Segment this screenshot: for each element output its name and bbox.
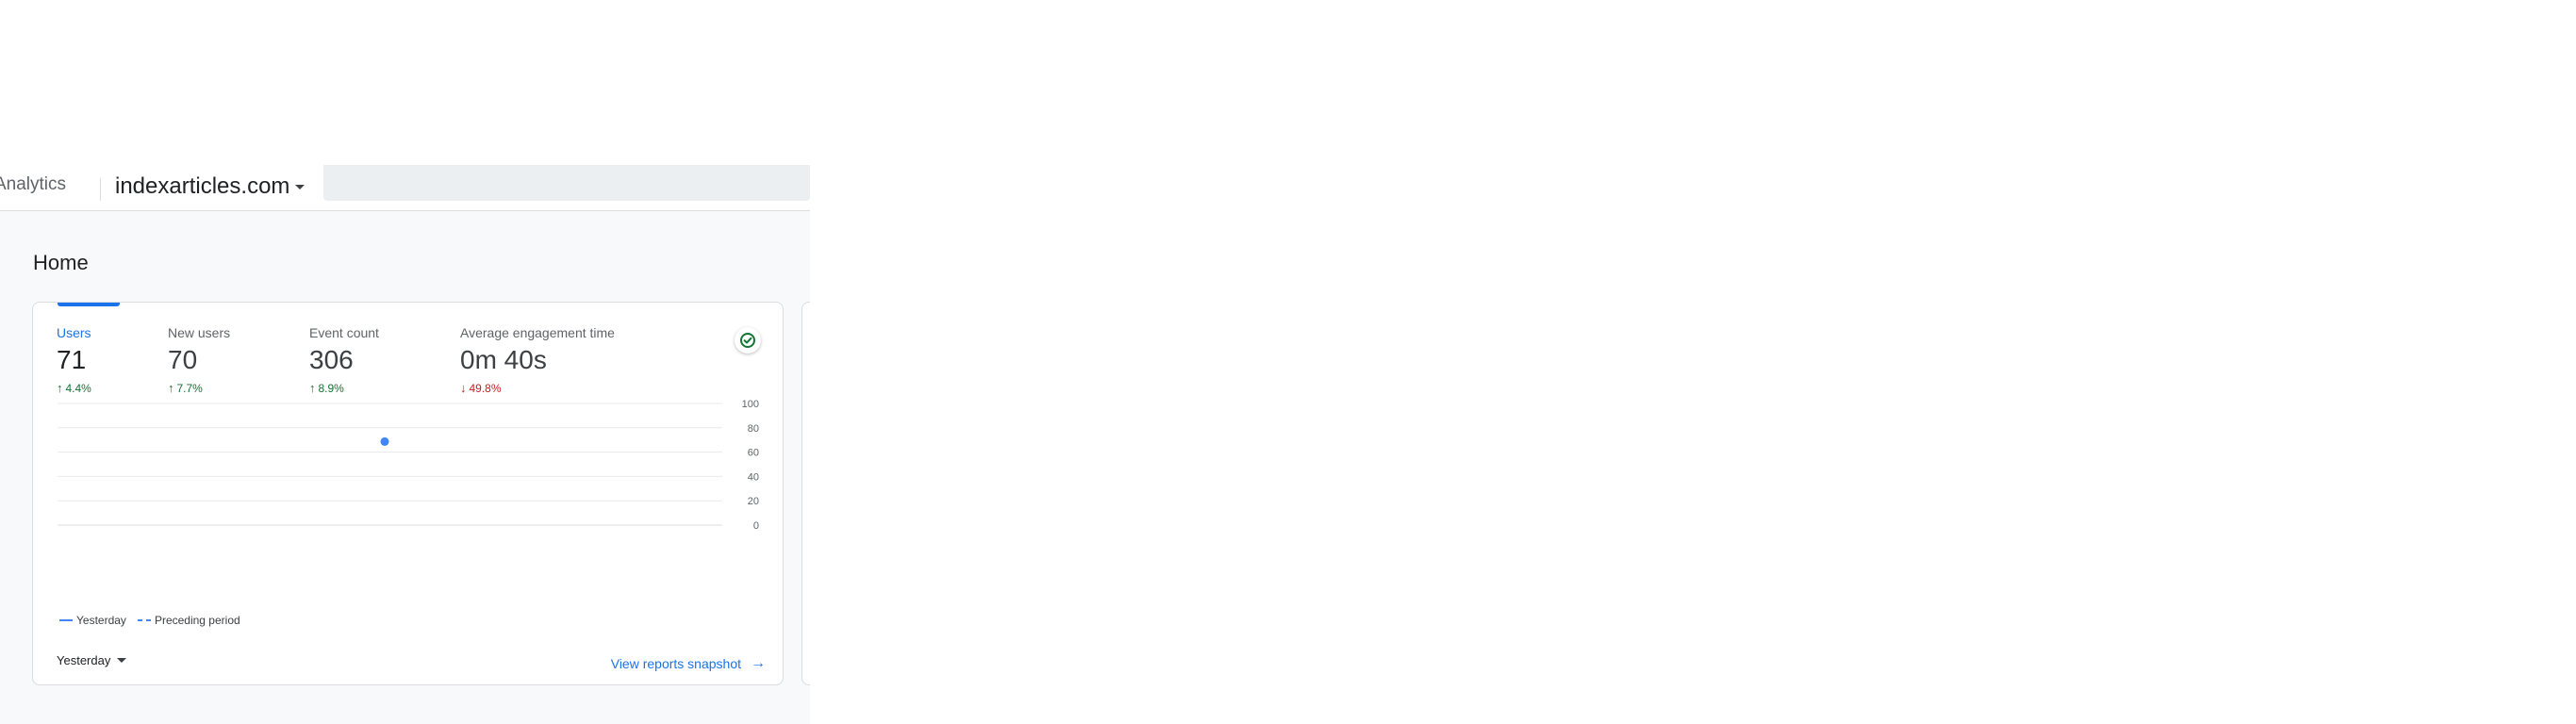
- metric-change-value: 49.8%: [469, 381, 502, 395]
- next-card: [801, 302, 810, 685]
- legend-item-current: Yesterday: [59, 614, 126, 627]
- metric-change: ↑ 4.4%: [57, 381, 91, 395]
- metric-value: 0m 40s: [460, 345, 547, 374]
- legend-label: Preceding period: [154, 614, 240, 627]
- arrow-up-icon: ↑: [57, 381, 63, 395]
- y-tick-label: 0: [753, 520, 759, 531]
- solid-line-swatch: [59, 619, 73, 621]
- overview-card: Users 71 ↑ 4.4% New users 70 ↑ 7.7% Even…: [32, 302, 784, 685]
- metric-label: New users: [168, 325, 231, 340]
- dashed-line-swatch: [137, 619, 151, 621]
- property-name: indexarticles.com: [115, 173, 290, 199]
- legend-label: Yesterday: [76, 614, 126, 627]
- metric-change: ↑ 8.9%: [309, 381, 379, 395]
- top-bar: Analytics indexarticles.com: [0, 165, 810, 211]
- view-link-label: View reports snapshot: [610, 656, 741, 671]
- y-tick-label: 80: [748, 423, 759, 435]
- topbar-divider: [100, 178, 101, 201]
- property-picker[interactable]: indexarticles.com: [115, 173, 305, 201]
- check-circle-icon[interactable]: [735, 327, 761, 354]
- y-tick-label: 100: [742, 399, 759, 410]
- search-input[interactable]: [323, 165, 810, 201]
- arrow-right-icon: →: [751, 655, 766, 671]
- metric-label: Users: [57, 325, 91, 340]
- x-tick-label: 20: [387, 530, 398, 531]
- analytics-app: Analytics indexarticles.com Home Users 7…: [0, 0, 810, 724]
- arrow-down-icon: ↓: [460, 381, 467, 395]
- metric-value: 306: [309, 345, 354, 374]
- page-title: Home: [33, 251, 89, 274]
- date-range-label: Yesterday: [57, 653, 111, 667]
- metric-tab-users[interactable]: Users 71 ↑ 4.4%: [57, 325, 91, 395]
- metric-change-value: 4.4%: [65, 381, 91, 395]
- metric-change: ↓ 49.8%: [460, 381, 615, 395]
- metric-change-value: 7.7%: [176, 381, 203, 395]
- chevron-down-icon: [295, 184, 305, 189]
- arrow-up-icon: ↑: [168, 381, 174, 395]
- users-line-chart: 100806040200 20Jul: [58, 399, 759, 531]
- metric-label: Event count: [309, 325, 379, 340]
- chevron-down-icon: [117, 658, 127, 663]
- product-name: Analytics: [0, 174, 67, 194]
- metric-tab-avg-engagement[interactable]: Average engagement time 0m 40s ↓ 49.8%: [460, 325, 615, 395]
- metric-value: 70: [168, 345, 198, 374]
- metric-label: Average engagement time: [460, 325, 615, 340]
- y-tick-label: 60: [748, 448, 759, 459]
- metric-value: 71: [57, 345, 87, 374]
- y-tick-label: 40: [748, 471, 759, 483]
- active-tab-indicator: [58, 303, 120, 306]
- date-range-dropdown[interactable]: Yesterday: [57, 653, 127, 667]
- blank-area: [0, 0, 810, 185]
- metric-change: ↑ 7.7%: [168, 381, 230, 395]
- data-point[interactable]: [380, 436, 389, 446]
- legend-item-previous: Preceding period: [137, 614, 240, 627]
- view-reports-snapshot-link[interactable]: View reports snapshot →: [611, 655, 766, 672]
- metric-tab-event-count[interactable]: Event count 306 ↑ 8.9%: [309, 325, 379, 395]
- y-tick-label: 20: [748, 496, 759, 507]
- chart-legend: Yesterday Preceding period: [59, 614, 252, 627]
- metric-tab-new-users[interactable]: New users 70 ↑ 7.7%: [168, 325, 230, 395]
- arrow-up-icon: ↑: [309, 381, 316, 395]
- metric-change-value: 8.9%: [318, 381, 344, 395]
